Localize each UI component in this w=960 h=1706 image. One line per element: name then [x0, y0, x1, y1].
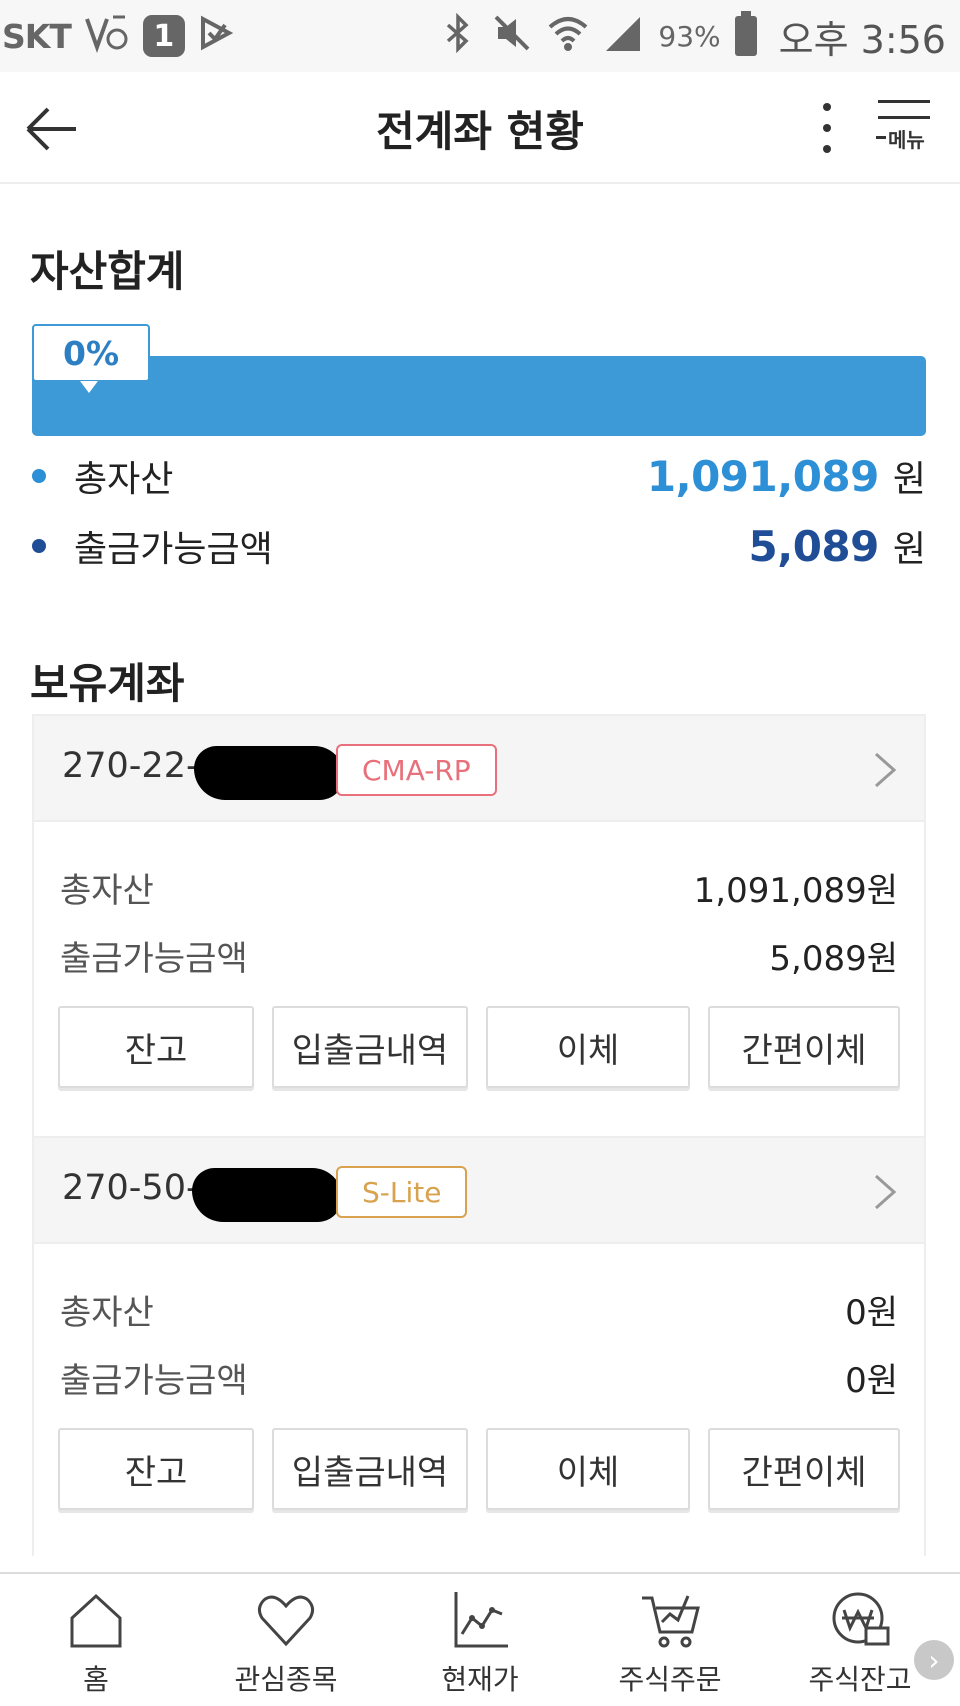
percent-bubble-tail-fill: [80, 381, 98, 393]
notification-count-icon: 1: [142, 15, 185, 57]
nav-watchlist[interactable]: 관심종목: [196, 1584, 376, 1704]
account-actions: 잔고 입출금내역 이체 간편이체: [58, 1006, 900, 1090]
menu-label: 메뉴: [888, 128, 925, 152]
account-type-tag: S-Lite: [336, 1166, 468, 1218]
account-header[interactable]: 270-22- CMA-RP: [34, 714, 924, 822]
check-notification-icon: [199, 15, 235, 57]
account-details: 총자산 1,091,089원 출금가능금액 5,089원 잔고 입출금내역 이체…: [34, 822, 924, 1138]
heart-icon: [257, 1595, 315, 1647]
account-header[interactable]: 270-50- S-Lite: [34, 1136, 924, 1244]
nav-next-button[interactable]: ›: [914, 1640, 954, 1680]
hamburger-icon: [878, 100, 930, 103]
withdrawable-row: 출금가능금액 0원: [60, 1352, 898, 1402]
hamburger-icon: [878, 116, 930, 119]
home-icon: [70, 1593, 122, 1648]
hamburger-icon: [876, 136, 886, 139]
redacted-account-digits: [194, 746, 344, 800]
redacted-account-digits: [192, 1168, 342, 1222]
withdrawable-unit: 원: [892, 529, 926, 570]
more-options-button[interactable]: [812, 96, 842, 160]
bluetooth-icon: [438, 12, 478, 59]
asset-ratio-bar: [32, 356, 926, 436]
account-number: 270-22-: [62, 746, 199, 786]
clock: 오후 3:56: [778, 17, 946, 62]
balance-button[interactable]: 잔고: [58, 1428, 254, 1510]
battery-icon: [734, 11, 757, 56]
total-assets-label: 총자산: [60, 870, 154, 911]
nav-stock-order-label: 주식주문: [618, 1663, 722, 1696]
total-assets-value: 1,091,089: [646, 451, 879, 501]
account-type-tag: CMA-RP: [336, 744, 497, 796]
status-bar: SKT 1 93% 오후 3:56: [0, 0, 960, 72]
account-details: 총자산 0원 출금가능금액 0원 잔고 입출금내역 이체 간편이체: [34, 1244, 924, 1556]
nav-stock-order[interactable]: 주식주문: [580, 1584, 760, 1704]
transfer-button[interactable]: 이체: [486, 1428, 690, 1510]
signal-icon: [604, 13, 644, 59]
withdrawable-dot-icon: [32, 539, 46, 553]
account-number: 270-50-: [62, 1168, 199, 1208]
withdrawable-value: 0원: [845, 1360, 898, 1401]
bottom-navigation: 홈 관심종목 현재가 주식주문 주식잔고 ›: [0, 1572, 960, 1706]
withdrawable-label: 출금가능금액: [74, 529, 273, 570]
total-assets-dot-icon: [32, 469, 46, 483]
withdrawable-value: 5,089: [748, 521, 880, 571]
chevron-right-icon: [875, 752, 897, 788]
quick-transfer-button[interactable]: 간편이체: [708, 1006, 900, 1088]
more-dot-icon: [823, 102, 831, 111]
more-dot-icon: [823, 123, 831, 132]
quick-transfer-button[interactable]: 간편이체: [708, 1428, 900, 1510]
withdrawable-legend: 출금가능금액 5,089 원: [32, 518, 926, 574]
total-assets-label: 총자산: [60, 1292, 154, 1333]
total-assets-row: 총자산 0원: [60, 1284, 898, 1334]
nav-home-label: 홈: [83, 1663, 109, 1696]
percent-bubble: 0%: [32, 324, 150, 382]
more-dot-icon: [823, 145, 831, 154]
transaction-history-button[interactable]: 입출금내역: [272, 1006, 468, 1088]
voice-call-icon: [84, 13, 129, 59]
balance-button[interactable]: 잔고: [58, 1006, 254, 1088]
total-assets-value: 0원: [845, 1292, 898, 1333]
accounts-section-title: 보유계좌: [30, 659, 185, 708]
app-header: 전계좌 현황 메뉴: [0, 72, 960, 184]
chevron-right-icon: [875, 1174, 897, 1210]
withdrawable-row: 출금가능금액 5,089원: [60, 930, 898, 980]
nav-watchlist-label: 관심종목: [234, 1663, 338, 1696]
transaction-history-button[interactable]: 입출금내역: [272, 1428, 468, 1510]
total-assets-legend: 총자산 1,091,089 원: [32, 448, 926, 504]
account-actions: 잔고 입출금내역 이체 간편이체: [58, 1428, 900, 1512]
chevron-right-icon: ›: [928, 1643, 940, 1677]
total-assets-row: 총자산 1,091,089원: [60, 862, 898, 912]
battery-percent: 93%: [658, 19, 721, 53]
nav-current-price-label: 현재가: [441, 1663, 519, 1696]
wifi-icon: [546, 13, 590, 59]
asset-summary-title: 자산합계: [30, 247, 185, 296]
carrier-label: SKT: [2, 16, 72, 56]
withdrawable-value: 5,089원: [769, 938, 898, 979]
total-assets-label: 총자산: [74, 459, 174, 500]
account-card: 270-50- S-Lite 총자산 0원 출금가능금액 0원 잔고 입출금내역…: [32, 1136, 926, 1556]
total-assets-value: 1,091,089원: [693, 870, 898, 911]
won-coin-icon: [832, 1592, 890, 1646]
withdrawable-label: 출금가능금액: [60, 938, 248, 979]
menu-button[interactable]: 메뉴: [872, 96, 938, 162]
account-card: 270-22- CMA-RP 총자산 1,091,089원 출금가능금액 5,0…: [32, 714, 926, 1138]
line-chart-icon: [454, 1592, 508, 1648]
nav-home[interactable]: 홈: [6, 1584, 186, 1704]
nav-current-price[interactable]: 현재가: [390, 1584, 570, 1704]
mute-icon: [492, 13, 532, 59]
withdrawable-label: 출금가능금액: [60, 1360, 248, 1401]
total-assets-unit: 원: [892, 459, 926, 500]
cart-chart-icon: [642, 1595, 700, 1648]
transfer-button[interactable]: 이체: [486, 1006, 690, 1088]
